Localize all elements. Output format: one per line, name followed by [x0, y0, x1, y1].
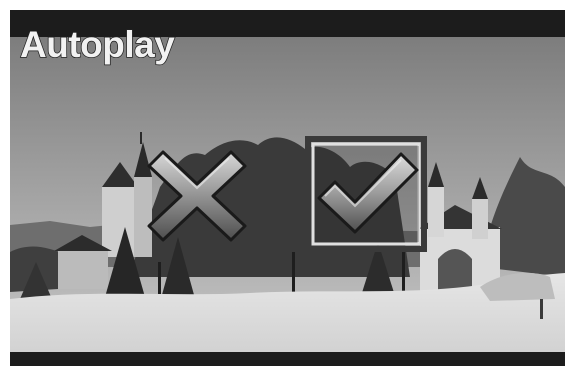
autoplay-screen: Autoplay	[0, 0, 567, 372]
reject-button[interactable]	[145, 148, 249, 244]
accept-button[interactable]	[305, 136, 431, 256]
checkmark-icon	[305, 136, 427, 252]
x-mark-icon	[147, 150, 247, 242]
video-frame: Autoplay	[10, 10, 565, 366]
bottom-letterbox	[10, 352, 565, 366]
background-photo	[10, 37, 565, 352]
autoplay-title: Autoplay	[19, 23, 175, 66]
